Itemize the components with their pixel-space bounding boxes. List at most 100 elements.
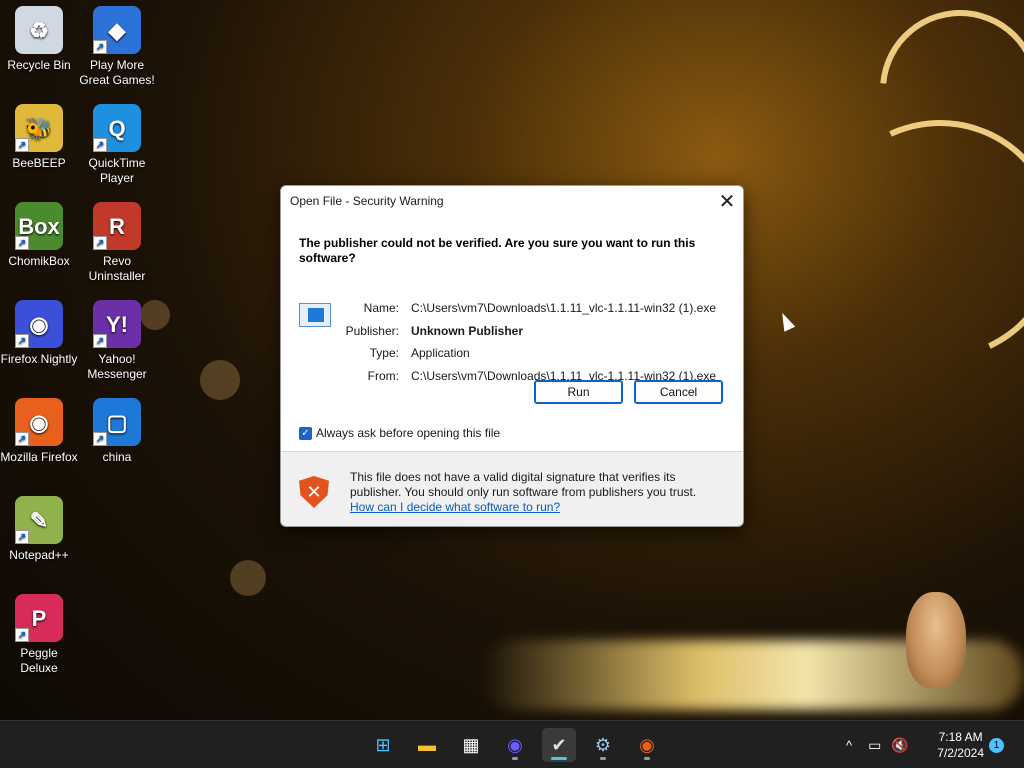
app-icon: Q ↗ (93, 104, 141, 152)
field-value: C:\Users\vm7\Downloads\1.1.11_vlc-1.1.11… (411, 301, 717, 315)
dialog-separator (281, 451, 743, 452)
desktop-icon-label: ChomikBox (8, 254, 70, 268)
running-indicator (600, 757, 606, 760)
dialog-title: Open File - Security Warning (290, 194, 444, 208)
desktop-icon-yahoo-messenger[interactable]: Y! ↗ Yahoo! Messenger (78, 300, 156, 382)
app-icon: ◉ ↗ (15, 398, 63, 446)
field-label: Publisher: (345, 324, 399, 338)
app-icon: ▢ ↗ (93, 398, 141, 446)
running-indicator (512, 757, 518, 760)
desktop-icon-label: Mozilla Firefox (0, 450, 78, 464)
desktop-icon-chomikbox[interactable]: Box ↗ ChomikBox (0, 202, 78, 269)
shield-warning-icon: ✕ (299, 476, 329, 508)
always-ask-row[interactable]: ✓ Always ask before opening this file (299, 426, 500, 440)
app-icon: 🐝 ↗ (15, 104, 63, 152)
volume-muted-icon[interactable]: 🔇 (891, 737, 908, 754)
settings-icon: ⚙ (594, 734, 612, 755)
taskbar-file-explorer-button[interactable]: ▬ (410, 728, 444, 762)
system-tray: ^ ▭ 🔇 (846, 721, 909, 768)
desktop-icon-label: Firefox Nightly (0, 352, 78, 366)
desktop-icon-label: QuickTime Player (88, 156, 146, 185)
running-indicator (551, 757, 567, 760)
network-icon[interactable]: ▭ (868, 737, 881, 754)
shortcut-arrow-icon: ↗ (15, 432, 29, 446)
taskbar-microsoft-store-button[interactable]: ▦ (454, 728, 488, 762)
app-icon: P ↗ (15, 594, 63, 642)
desktop-hamster-pet[interactable] (906, 592, 966, 688)
running-indicator (644, 757, 650, 760)
taskbar-firefox-nightly-button[interactable]: ◉ (498, 728, 532, 762)
clock-time: 7:18 AM (938, 730, 983, 744)
desktop-icon-revo-uninstaller[interactable]: R ↗ Revo Uninstaller (78, 202, 156, 284)
desktop-icon-label: Notepad++ (9, 548, 69, 562)
app-icon: Y! ↗ (93, 300, 141, 348)
field-value: Unknown Publisher (411, 324, 524, 338)
field-label: From: (367, 369, 399, 383)
warning-text: This file does not have a valid digital … (350, 470, 697, 499)
taskbar-task-app-button[interactable]: ✔ (542, 728, 576, 762)
dialog-titlebar[interactable]: Open File - Security Warning ✕ (281, 186, 743, 216)
desktop-icon-label: Play More Great Games! (79, 58, 155, 87)
taskbar-firefox-button[interactable]: ◉ (630, 728, 664, 762)
desktop-icon-play-more-great-games[interactable]: ◆ ↗ Play More Great Games! (78, 6, 156, 88)
app-icon: ♻ (15, 6, 63, 54)
field-row: Publisher: Unknown Publisher (299, 324, 721, 338)
shortcut-arrow-icon: ↗ (93, 334, 107, 348)
show-hidden-icons-chevron[interactable]: ^ (846, 738, 852, 753)
cancel-button[interactable]: Cancel (634, 380, 723, 404)
desktop-icon-firefox-nightly[interactable]: ◉ ↗ Firefox Nightly (0, 300, 78, 367)
always-ask-label[interactable]: Always ask before opening this file (316, 426, 500, 440)
microsoft-store-icon: ▦ (462, 734, 480, 755)
field-row: Name: C:\Users\vm7\Downloads\1.1.11_vlc-1… (299, 301, 721, 315)
run-button[interactable]: Run (534, 380, 623, 404)
firefox-nightly-icon: ◉ (507, 734, 523, 755)
desktop-icon-label: Revo Uninstaller (88, 254, 146, 283)
background-bokeh (200, 360, 240, 400)
field-label: Name: (363, 301, 399, 315)
desktop-icon-peggle-deluxe[interactable]: P ↗ Peggle Deluxe (0, 594, 78, 676)
desktop-icon-mozilla-firefox[interactable]: ◉ ↗ Mozilla Firefox (0, 398, 78, 465)
app-icon: Box ↗ (15, 202, 63, 250)
task-app-icon: ✔ (551, 734, 567, 755)
dialog-body: The publisher could not be verified. Are… (281, 216, 743, 451)
dialog-headline: The publisher could not be verified. Are… (299, 236, 696, 265)
desktop-icon-recycle-bin[interactable]: ♻ Recycle Bin (0, 6, 78, 73)
desktop-icon-label: Peggle Deluxe (20, 646, 58, 675)
shortcut-arrow-icon: ↗ (93, 236, 107, 250)
shortcut-arrow-icon: ↗ (15, 530, 29, 544)
app-icon: R ↗ (93, 202, 141, 250)
shortcut-arrow-icon: ↗ (15, 138, 29, 152)
desktop-icon-china[interactable]: ▢ ↗ china (78, 398, 156, 465)
desktop-icon-label: BeeBEEP (12, 156, 66, 170)
field-label: Type: (369, 346, 399, 360)
help-link[interactable]: How can I decide what software to run? (350, 500, 560, 514)
warning-message: This file does not have a valid digital … (350, 470, 730, 515)
desktop-icon-notepad[interactable]: ✎ ↗ Notepad++ (0, 496, 78, 563)
shortcut-arrow-icon: ↗ (93, 40, 107, 54)
shortcut-arrow-icon: ↗ (15, 628, 29, 642)
shortcut-arrow-icon: ↗ (93, 138, 107, 152)
start-icon: ⊞ (375, 734, 391, 755)
mouse-cursor (776, 310, 796, 332)
field-row: Type: Application (299, 346, 721, 360)
file-explorer-icon: ▬ (418, 734, 436, 755)
app-icon: ◉ ↗ (15, 300, 63, 348)
background-bokeh (230, 560, 266, 596)
taskbar-start-button[interactable]: ⊞ (366, 728, 400, 762)
notification-badge[interactable]: 1 (989, 738, 1004, 753)
desktop-icon-label: Yahoo! Messenger (87, 352, 147, 381)
app-icon: ✎ ↗ (15, 496, 63, 544)
clock[interactable]: 7:18 AM 7/2/2024 (937, 729, 984, 761)
shortcut-arrow-icon: ↗ (93, 432, 107, 446)
taskbar-settings-button[interactable]: ⚙ (586, 728, 620, 762)
firefox-icon: ◉ (639, 734, 655, 755)
desktop-icon-quicktime-player[interactable]: Q ↗ QuickTime Player (78, 104, 156, 186)
app-icon: ◆ ↗ (93, 6, 141, 54)
desktop-icon-label: Recycle Bin (7, 58, 71, 72)
shortcut-arrow-icon: ↗ (15, 236, 29, 250)
desktop-icon-label: china (102, 450, 132, 464)
close-button[interactable]: ✕ (711, 186, 743, 216)
close-icon: ✕ (718, 190, 736, 213)
always-ask-checkbox[interactable]: ✓ (299, 426, 312, 440)
desktop-icon-beebeep[interactable]: 🐝 ↗ BeeBEEP (0, 104, 78, 171)
